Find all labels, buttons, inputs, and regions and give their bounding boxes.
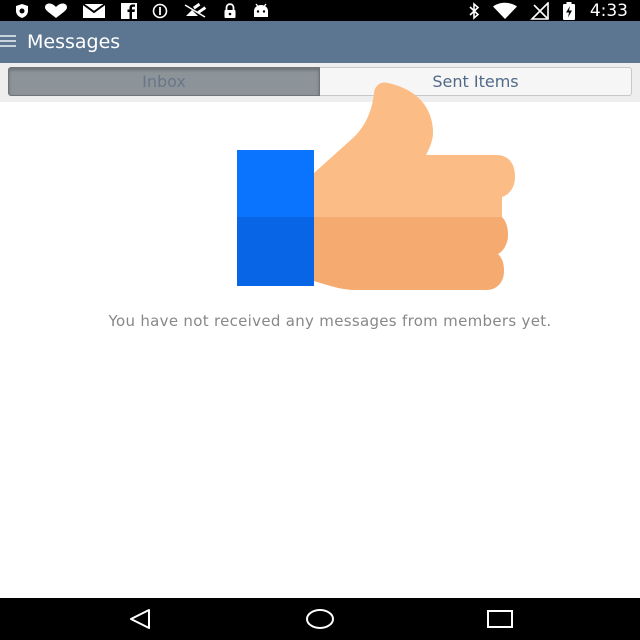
lock-icon bbox=[224, 2, 236, 18]
info-icon bbox=[152, 3, 168, 18]
status-bar: 4:33 bbox=[0, 0, 640, 21]
back-button[interactable] bbox=[120, 606, 160, 632]
battery-charging-icon bbox=[562, 1, 575, 20]
mail-icon bbox=[82, 2, 106, 18]
wifi-icon bbox=[492, 2, 517, 19]
page-title: Messages bbox=[27, 31, 121, 53]
no-signal-icon bbox=[529, 1, 549, 20]
status-bar-right-icons: 4:33 bbox=[468, 0, 628, 21]
bluetooth-icon bbox=[469, 1, 480, 20]
back-icon bbox=[130, 609, 150, 629]
shield-icon bbox=[16, 3, 28, 18]
satellite-icon bbox=[184, 2, 207, 18]
home-icon bbox=[306, 609, 334, 629]
recents-button[interactable] bbox=[480, 606, 520, 632]
navigation-bar bbox=[0, 598, 640, 640]
home-button[interactable] bbox=[300, 606, 340, 632]
status-bar-left-icons bbox=[14, 0, 270, 21]
android-icon bbox=[254, 3, 268, 17]
status-bar-time: 4:33 bbox=[589, 0, 628, 21]
recents-icon bbox=[487, 610, 513, 628]
facebook-icon bbox=[121, 2, 137, 19]
menu-icon[interactable] bbox=[0, 33, 16, 49]
thumbs-up-icon bbox=[237, 82, 515, 290]
heart-icon bbox=[45, 3, 67, 18]
action-bar: Messages bbox=[0, 21, 640, 63]
empty-state-message: You have not received any messages from … bbox=[108, 312, 552, 330]
